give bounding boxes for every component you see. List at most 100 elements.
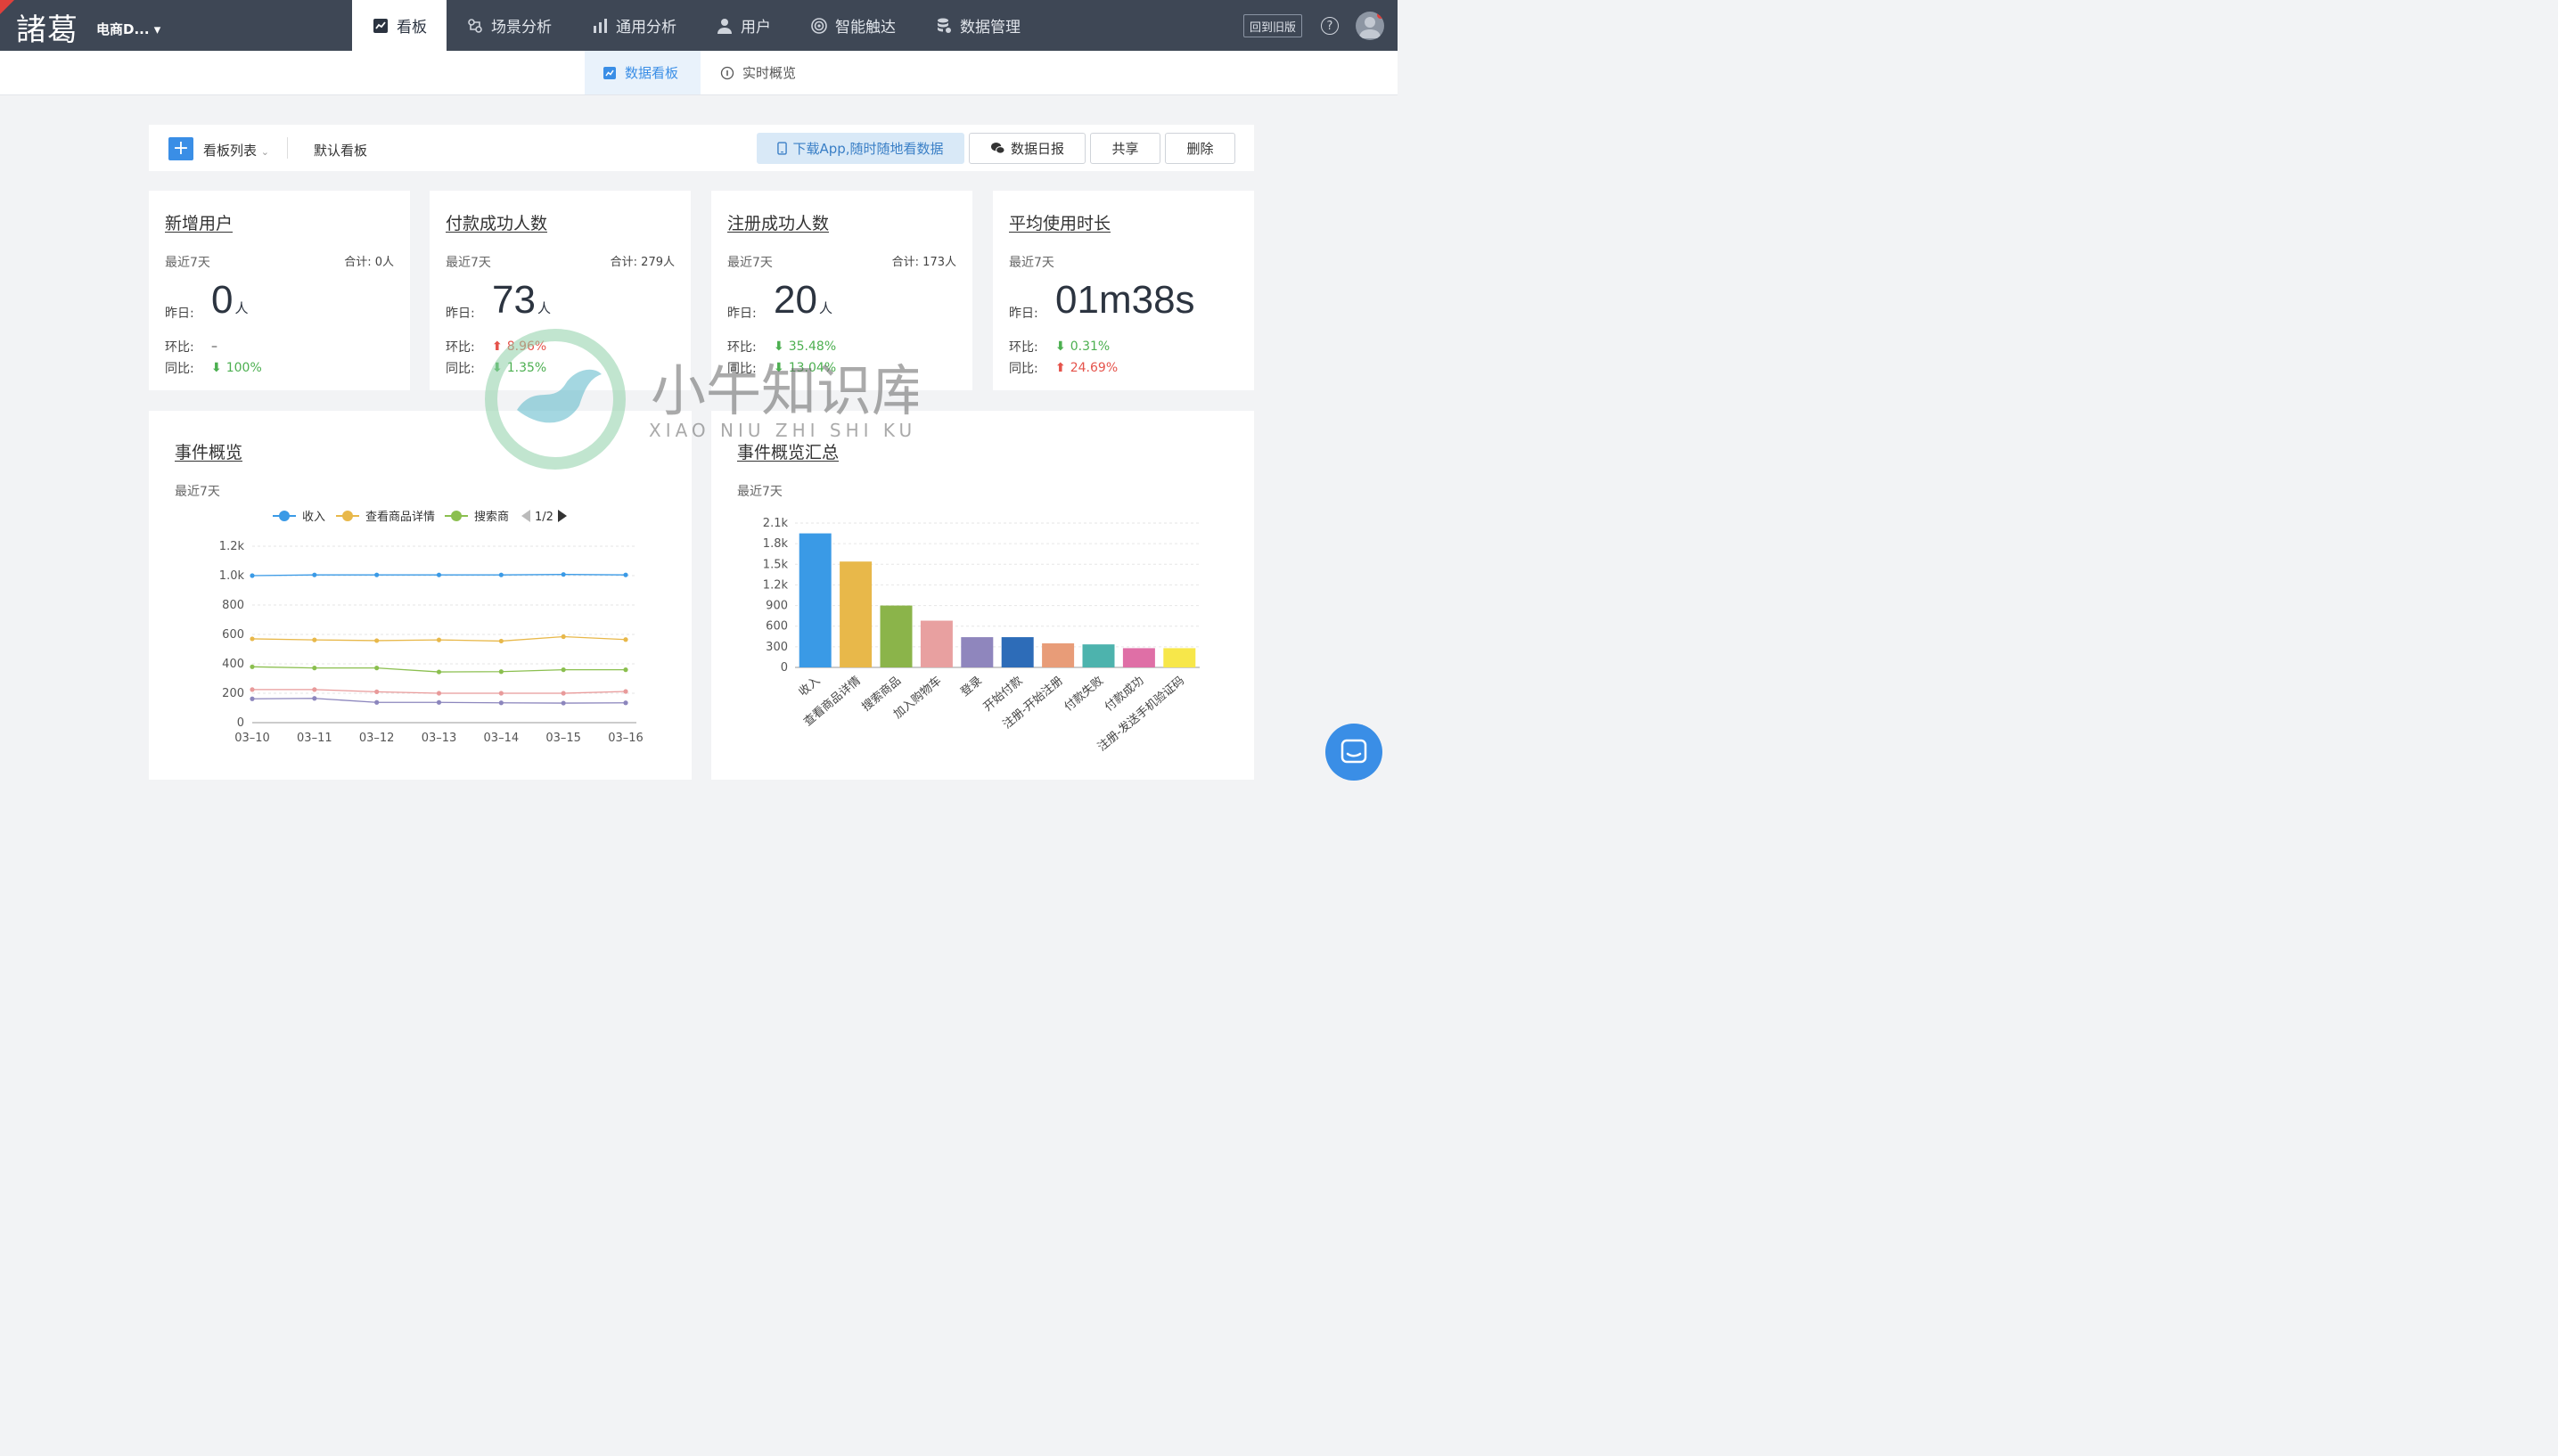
tab-realtime-overview[interactable]: 实时概览	[702, 51, 814, 94]
legend-prev-icon	[521, 510, 530, 522]
kpi-yesterday-label: 昨日:	[446, 307, 475, 321]
data-point	[561, 667, 566, 673]
event-line-chart: 0 200 400 600 800 1.0k 1.2k 03–10 03–11 03–12 03–1…	[219, 510, 644, 745]
top-bar: 諸葛 电商D... ▾ 看板 场景分析 通用分析 用户 智能触达 数据管理 回到…	[0, 0, 1398, 51]
bar	[880, 605, 913, 667]
logo[interactable]: 諸葛	[16, 5, 78, 48]
nav-item-data-management[interactable]: 数据管理	[915, 0, 1040, 51]
kpi-mom-value: 8.96%	[506, 339, 547, 354]
data-point	[561, 700, 566, 706]
kpi-number: 73	[492, 278, 536, 322]
data-point	[312, 696, 317, 701]
kpi-title[interactable]: 平均使用时长	[1009, 210, 1111, 234]
kpi-value: 0人	[211, 278, 249, 323]
nav-item-smart-reach[interactable]: 智能触达	[791, 0, 915, 51]
data-point	[250, 573, 255, 578]
kpi-card: 付款成功人数 最近7天 合计: 279人 昨日: 73 人 环比: ⬆ 8.96% 同…	[430, 191, 691, 390]
y-tick-label: 800	[222, 599, 244, 612]
nav-item-general-analysis[interactable]: 通用分析	[571, 0, 696, 51]
data-point	[250, 687, 255, 692]
y-tick-label: 600	[222, 628, 244, 642]
y-tick-label: 0	[781, 661, 788, 675]
kpi-yoy-row: 同比: ⬇ 1.35%	[446, 359, 546, 377]
kpi-period: 最近7天	[165, 256, 210, 270]
kpi-period: 最近7天	[446, 256, 491, 270]
kpi-mom-row: 环比: ⬇ 35.48%	[727, 338, 836, 356]
user-icon	[717, 18, 732, 34]
database-icon	[938, 18, 951, 33]
bar	[799, 533, 832, 667]
kpi-total: 合计: 279人	[610, 256, 675, 269]
avatar[interactable]	[1356, 12, 1384, 40]
target-icon	[811, 17, 827, 34]
kpi-title[interactable]: 新增用户	[165, 210, 233, 234]
data-point	[623, 667, 628, 673]
download-app-button[interactable]: 下载App,随时随地看数据	[757, 133, 964, 164]
y-tick-label: 1.2k	[219, 540, 245, 553]
event-overview-panel: 事件概览 最近7天 0 200 400 600 800 1.0k 1.2k 03–10 03–1…	[149, 411, 692, 780]
bar	[1163, 648, 1196, 667]
wechat-icon	[990, 142, 1005, 154]
kpi-yesterday-label: 昨日:	[165, 307, 194, 321]
nav-label: 看板	[397, 19, 427, 37]
dashboard-list-dropdown[interactable]: 看板列表 ⌄	[203, 141, 269, 160]
chat-button[interactable]	[1325, 724, 1382, 781]
nav-item-users[interactable]: 用户	[696, 0, 791, 51]
project-selector[interactable]: 电商D... ▾	[96, 20, 160, 38]
dashboard-icon	[603, 66, 616, 79]
data-point	[498, 669, 504, 675]
share-button[interactable]: 共享	[1090, 133, 1160, 164]
data-point	[250, 664, 255, 669]
y-tick-label: 1.0k	[219, 569, 245, 583]
kpi-yoy-row: 同比: ⬆ 24.69%	[1009, 359, 1118, 377]
legend-marker	[451, 511, 462, 521]
data-point	[623, 637, 628, 642]
data-point	[374, 689, 380, 694]
bar	[1042, 643, 1075, 667]
data-point	[374, 699, 380, 705]
phone-icon	[777, 142, 788, 155]
divider	[287, 137, 288, 159]
bar	[961, 637, 994, 667]
tab-data-dashboard[interactable]: 数据看板	[585, 51, 701, 94]
kpi-mom-value: 0.31%	[1070, 339, 1111, 354]
data-point	[498, 572, 504, 577]
kpi-yoy-row: 同比: ⬇ 13.04%	[727, 359, 836, 377]
kpi-total: 合计: 173人	[891, 256, 956, 269]
help-icon[interactable]: ?	[1321, 17, 1339, 35]
bar	[1122, 648, 1155, 667]
notification-dot	[1377, 12, 1384, 19]
x-tick-label: 03–15	[545, 732, 581, 745]
bar	[920, 620, 953, 667]
kpi-yoy-value: 100%	[225, 361, 262, 375]
y-tick-label: 0	[237, 716, 244, 730]
data-point	[312, 637, 317, 642]
data-point	[436, 669, 442, 675]
arrow-up-icon: ⬆	[492, 339, 503, 354]
back-to-old-version-button[interactable]: 回到旧版	[1243, 14, 1302, 37]
chevron-down-icon: ⌄	[260, 146, 270, 158]
x-tick-label: 03–14	[484, 732, 520, 745]
kpi-yoy-value: 13.04%	[788, 361, 837, 375]
delete-button[interactable]: 删除	[1165, 133, 1235, 164]
y-tick-label: 600	[766, 620, 788, 634]
legend-next-icon	[558, 510, 567, 522]
daily-report-button[interactable]: 数据日报	[969, 133, 1086, 164]
nav-item-scene[interactable]: 场景分析	[447, 0, 571, 51]
kpi-unit: 人	[818, 301, 832, 316]
daily-report-label: 数据日报	[1010, 141, 1064, 157]
data-point	[561, 572, 566, 577]
data-point	[623, 572, 628, 577]
data-point	[312, 666, 317, 671]
add-dashboard-button[interactable]: +	[168, 137, 193, 160]
kpi-title[interactable]: 付款成功人数	[446, 210, 547, 234]
kpi-title[interactable]: 注册成功人数	[727, 210, 829, 234]
kpi-unit: 人	[234, 301, 249, 316]
data-point	[498, 691, 504, 696]
kpi-yoy-row: 同比: ⬇ 100%	[165, 359, 262, 377]
kpi-yoy-value: 24.69%	[1070, 361, 1119, 375]
data-point	[436, 691, 442, 696]
kpi-mom-label: 环比:	[1009, 340, 1038, 355]
nav-item-dashboard[interactable]: 看板	[352, 0, 447, 51]
data-point	[312, 572, 317, 577]
